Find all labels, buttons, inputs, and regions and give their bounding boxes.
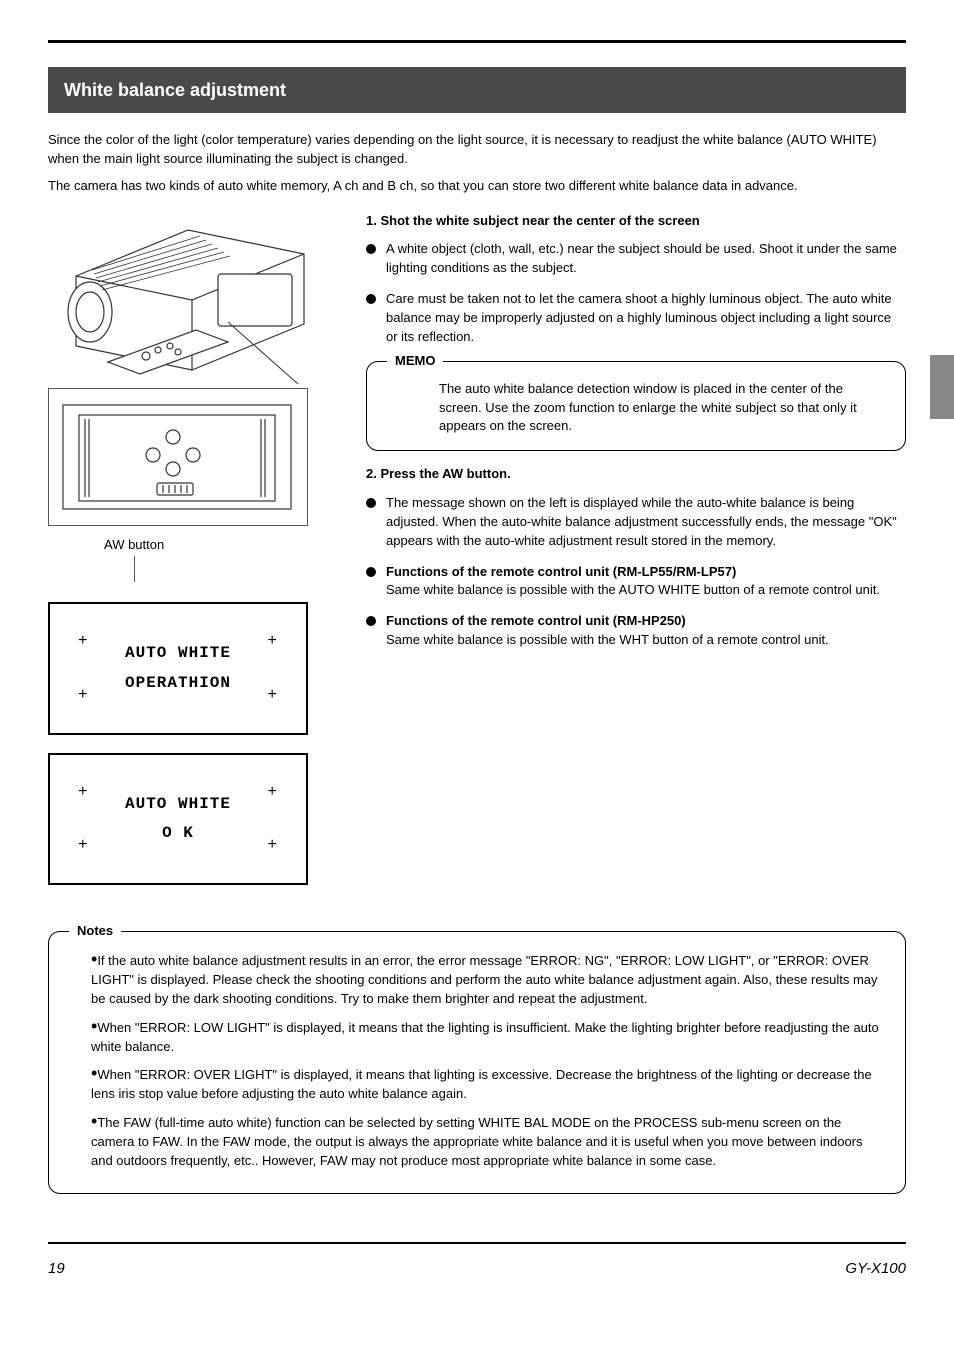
footer-model: GY-X100 [845,1258,906,1280]
banner-text: White balance adjustment [64,80,286,100]
step2-bullet-3: Functions of the remote control unit (RM… [386,612,906,650]
step2-b2-label: Functions of the remote control unit (RM… [386,564,736,579]
step2-b3-label: Functions of the remote control unit (RM… [386,613,686,628]
aw-button-callout: AW button [104,536,394,555]
memo-label: MEMO [387,352,443,371]
notes-box: Notes If the auto white balance adjustme… [48,931,906,1193]
button-panel-zoom-figure [57,397,297,517]
step-1-title: 1. Shot the white subject near the cente… [366,212,906,231]
bullet-icon [366,567,376,577]
memo-box-1: MEMO The auto white balance detection wi… [366,361,906,452]
step1-bullet-2: Care must be taken not to let the camera… [386,290,906,347]
bullet-icon [366,294,376,304]
step-2-title: 2. Press the AW button. [366,465,906,484]
step2-bullet-1: The message shown on the left is display… [386,494,906,551]
side-tab [930,355,954,419]
step2-bullet-2: Functions of the remote control unit (RM… [386,563,906,601]
step2-b2-text: Same white balance is possible with the … [386,582,880,597]
note-item-1: If the auto white balance adjustment res… [75,950,887,1009]
note-item-4: The FAW (full-time auto white) function … [75,1112,887,1171]
step1-bullet-1: A white object (cloth, wall, etc.) near … [386,240,906,278]
section-banner: White balance adjustment [48,67,906,113]
camera-figure [48,212,328,392]
intro-para-2: The camera has two kinds of auto white m… [48,177,906,196]
osd-screen-operation: ++++ AUTO WHITE OPERATHION [48,602,308,734]
note-item-3: When "ERROR: OVER LIGHT" is displayed, i… [75,1064,887,1104]
page-number: 19 [48,1258,65,1280]
intro-para-1: Since the color of the light (color temp… [48,131,906,169]
footer-rule [48,1242,906,1244]
bullet-icon [366,616,376,626]
bullet-icon [366,498,376,508]
osd-screen-ok: ++++ AUTO WHITE O K [48,753,308,885]
note-item-2: When "ERROR: LOW LIGHT" is displayed, it… [75,1017,887,1057]
bullet-icon [366,244,376,254]
step2-b3-text: Same white balance is possible with the … [386,632,829,647]
memo-text-1: The auto white balance detection window … [439,381,857,434]
notes-label: Notes [69,922,121,941]
aw-callout-line [134,556,135,582]
top-rule [48,40,906,43]
